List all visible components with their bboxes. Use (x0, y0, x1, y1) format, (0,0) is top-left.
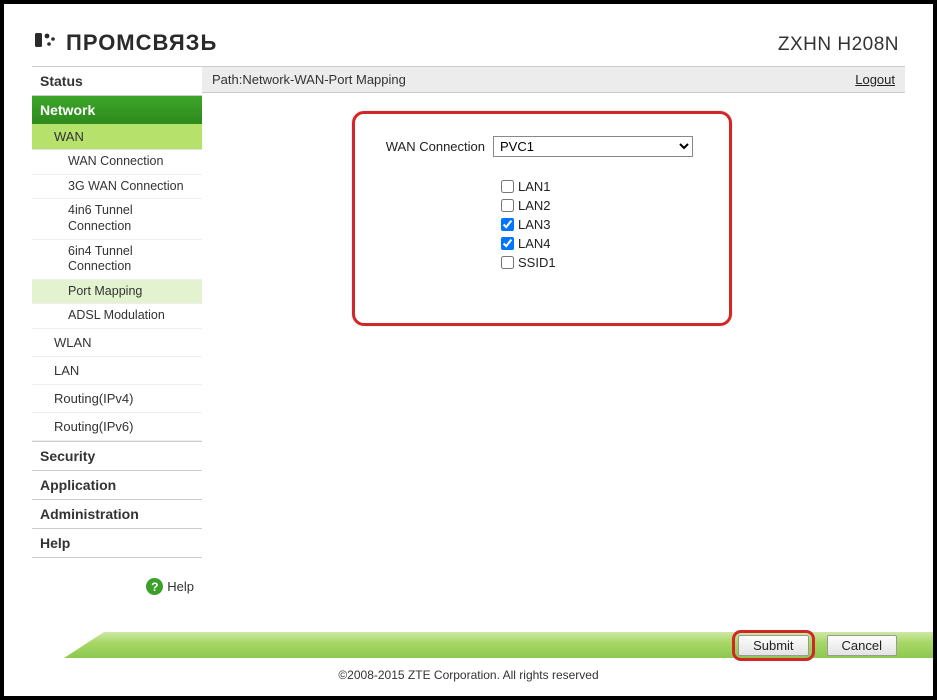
sidebar-item-routing-ipv6[interactable]: Routing(IPv6) (32, 413, 202, 441)
sidebar-nav: Status Network WAN WAN Connection 3G WAN… (32, 66, 202, 603)
sidebar-item-3g-wan[interactable]: 3G WAN Connection (32, 175, 202, 200)
checkbox-input-lan1[interactable] (501, 180, 514, 193)
checkbox-lan3[interactable]: LAN3 (501, 217, 711, 232)
checkbox-label-ssid1: SSID1 (518, 255, 556, 270)
sidebar-item-status[interactable]: Status (32, 66, 202, 96)
sidebar-item-wlan[interactable]: WLAN (32, 329, 202, 357)
brand-text: ПРОМСВЯЗЬ (66, 30, 217, 56)
brand-logo-icon (32, 30, 58, 56)
content-area: Path:Network-WAN-Port Mapping Logout WAN… (202, 66, 905, 603)
cancel-button[interactable]: Cancel (827, 635, 897, 656)
sidebar-item-adsl-modulation[interactable]: ADSL Modulation (32, 304, 202, 329)
checkbox-input-ssid1[interactable] (501, 256, 514, 269)
checkbox-label-lan2: LAN2 (518, 198, 551, 213)
wan-connection-label: WAN Connection (373, 139, 493, 154)
sidebar-item-wan-connection[interactable]: WAN Connection (32, 150, 202, 175)
breadcrumb-bar: Path:Network-WAN-Port Mapping Logout (202, 66, 905, 93)
sidebar-item-port-mapping[interactable]: Port Mapping (32, 280, 202, 305)
checkbox-ssid1[interactable]: SSID1 (501, 255, 711, 270)
checkbox-input-lan4[interactable] (501, 237, 514, 250)
sidebar-item-help[interactable]: Help (32, 529, 202, 558)
port-mapping-form: WAN Connection PVC1 LAN1 LAN2 (352, 111, 732, 326)
checkbox-input-lan2[interactable] (501, 199, 514, 212)
submit-button[interactable]: Submit (738, 635, 808, 656)
help-link[interactable]: ? Help (32, 558, 202, 603)
logout-link[interactable]: Logout (855, 72, 895, 87)
sidebar-item-wan[interactable]: WAN (32, 124, 202, 150)
sidebar-item-lan[interactable]: LAN (32, 357, 202, 385)
sidebar-item-4in6-tunnel[interactable]: 4in6 Tunnel Connection (32, 199, 202, 239)
submit-highlight-frame: Submit (732, 630, 814, 661)
checkbox-label-lan4: LAN4 (518, 236, 551, 251)
device-model: ZXHN H208N (778, 34, 905, 56)
sidebar-item-routing-ipv4[interactable]: Routing(IPv4) (32, 385, 202, 413)
sidebar-item-network[interactable]: Network (32, 96, 202, 124)
checkbox-label-lan3: LAN3 (518, 217, 551, 232)
checkbox-input-lan3[interactable] (501, 218, 514, 231)
sidebar-item-application[interactable]: Application (32, 471, 202, 500)
header: ПРОМСВЯЗЬ ZXHN H208N (32, 22, 905, 66)
checkbox-lan2[interactable]: LAN2 (501, 198, 711, 213)
copyright-text: ©2008-2015 ZTE Corporation. All rights r… (4, 668, 933, 682)
sidebar-item-security[interactable]: Security (32, 441, 202, 471)
brand: ПРОМСВЯЗЬ (32, 30, 217, 56)
sidebar-item-6in4-tunnel[interactable]: 6in4 Tunnel Connection (32, 240, 202, 280)
sidebar-item-administration[interactable]: Administration (32, 500, 202, 529)
help-link-label: Help (167, 579, 194, 594)
checkbox-lan4[interactable]: LAN4 (501, 236, 711, 251)
footer-action-bar: Submit Cancel (4, 632, 933, 658)
checkbox-lan1[interactable]: LAN1 (501, 179, 711, 194)
checkbox-label-lan1: LAN1 (518, 179, 551, 194)
help-icon: ? (146, 578, 163, 595)
breadcrumb: Path:Network-WAN-Port Mapping (212, 72, 406, 87)
wan-connection-select[interactable]: PVC1 (493, 136, 693, 157)
